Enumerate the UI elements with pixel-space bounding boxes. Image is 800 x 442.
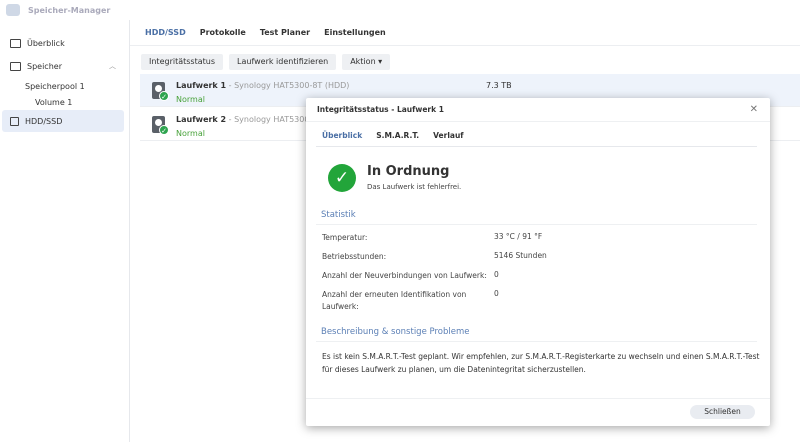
drive-size: 7.3 TB [486, 81, 512, 90]
stat-label: Betriebsstunden: [322, 252, 387, 261]
check-icon: ✓ [159, 91, 169, 101]
stat-value: 0 [494, 289, 499, 298]
tab-smart[interactable]: S.M.A.R.T. [376, 131, 419, 140]
check-circle-icon: ✓ [328, 164, 356, 192]
description-text: Es ist kein S.M.A.R.T.-Test geplant. Wir… [322, 352, 760, 374]
sidebar-item-label: Speicher [27, 61, 62, 71]
chevron-up-icon[interactable]: ︿ [109, 61, 116, 71]
stat-value: 0 [494, 270, 499, 279]
sidebar-item-label: Überblick [27, 38, 65, 48]
title-bar: Speicher-Manager [0, 0, 800, 20]
close-button[interactable]: Schließen [690, 405, 755, 419]
integrity-status-button[interactable]: Integritätsstatus [141, 54, 224, 70]
drive-name: Laufwerk 1 - Synology HAT5300-8T (HDD) [176, 81, 350, 90]
integrity-dialog: Integritätsstatus - Laufwerk 1 ✕ Überbli… [306, 98, 770, 426]
close-icon[interactable]: ✕ [750, 104, 758, 115]
stat-value: 5146 Stunden [494, 251, 547, 260]
divider [316, 224, 757, 225]
sidebar-item-storage[interactable]: Speicher ︿ [2, 55, 124, 77]
dialog-tabs: Überblick S.M.A.R.T. Verlauf [322, 131, 464, 140]
tab-overview[interactable]: Überblick [322, 131, 362, 140]
stat-value: 33 °C / 91 °F [494, 232, 543, 241]
drive-status: Normal [176, 129, 205, 138]
sidebar-item-hdd-ssd[interactable]: HDD/SSD [2, 110, 124, 132]
overview-icon [10, 38, 21, 48]
stat-label: Anzahl der erneuten Identifikation von L… [322, 290, 467, 311]
check-icon: ✓ [159, 125, 169, 135]
divider [130, 45, 800, 46]
tab-hdd-ssd[interactable]: HDD/SSD [145, 28, 186, 37]
status-subtitle: Das Laufwerk ist fehlerfrei. [367, 183, 462, 191]
drive-status: Normal [176, 95, 205, 104]
tab-logs[interactable]: Protokolle [200, 28, 246, 37]
sidebar-item-label: HDD/SSD [25, 116, 63, 126]
stats-heading: Statistik [321, 210, 356, 220]
main-tabs: HDD/SSD Protokolle Test Planer Einstellu… [145, 28, 386, 37]
tab-test-planner[interactable]: Test Planer [260, 28, 310, 37]
divider [306, 398, 770, 399]
tab-settings[interactable]: Einstellungen [324, 28, 386, 37]
divider [316, 146, 757, 147]
identify-drive-button[interactable]: Laufwerk identifizieren [229, 54, 337, 70]
stat-label: Temperatur: [322, 233, 368, 242]
action-dropdown[interactable]: Aktion ▾ [342, 54, 391, 70]
dialog-title: Integritätsstatus - Laufwerk 1 [306, 98, 770, 122]
tab-history[interactable]: Verlauf [433, 131, 463, 140]
disk-icon [10, 116, 19, 126]
storage-icon [10, 61, 21, 71]
app-title: Speicher-Manager [28, 5, 111, 15]
toolbar: Integritätsstatus Laufwerk identifiziere… [141, 54, 391, 70]
divider [316, 341, 757, 342]
stat-label: Anzahl der Neuverbindungen von Laufwerk: [322, 271, 487, 280]
status-title: In Ordnung [367, 164, 450, 179]
description-heading: Beschreibung & sonstige Probleme [321, 327, 470, 337]
app-icon [6, 4, 20, 16]
sidebar: Überblick Speicher ︿ Speicherpool 1 Volum… [0, 20, 130, 442]
sidebar-item-label: Volume 1 [35, 97, 73, 107]
sidebar-item-label: Speicherpool 1 [25, 81, 85, 91]
sidebar-item-overview[interactable]: Überblick [2, 32, 124, 54]
